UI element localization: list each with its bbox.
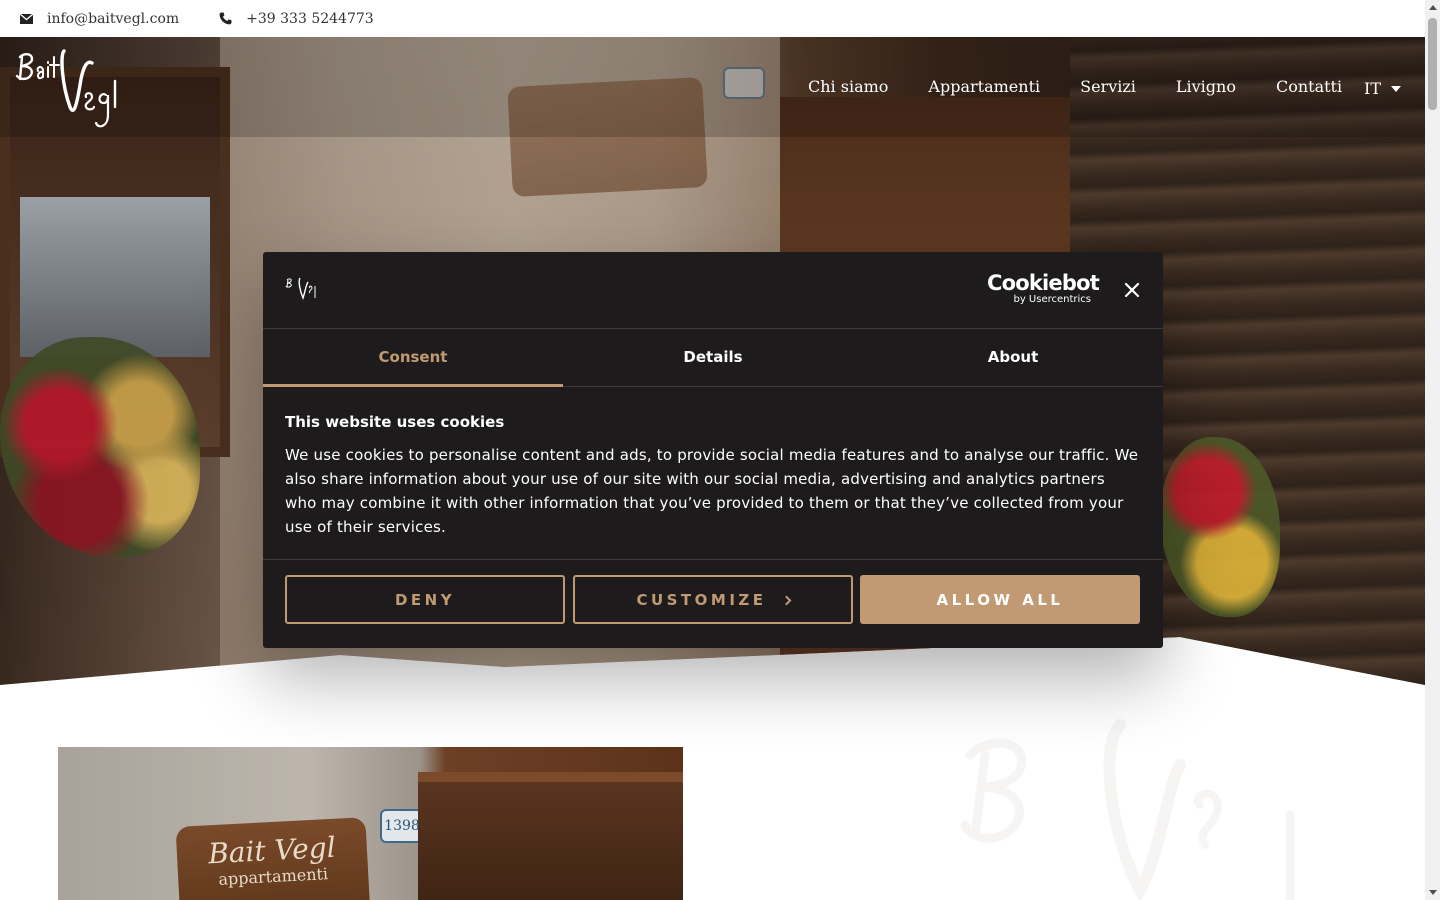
close-icon[interactable]: [1122, 280, 1142, 300]
scrollbar-thumb[interactable]: [1428, 18, 1437, 110]
nav-contatti[interactable]: Contatti: [1276, 77, 1342, 96]
deny-label: DENY: [394, 590, 456, 609]
allow-all-label: ALLOW ALL: [936, 590, 1064, 609]
customize-button[interactable]: CUSTOMIZE: [573, 575, 853, 624]
top-info-bar: info@baitvegl.com +39 333 5244773: [0, 0, 1425, 37]
nav-appartamenti[interactable]: Appartamenti: [928, 77, 1040, 96]
nav-chi-siamo[interactable]: Chi siamo: [808, 77, 888, 96]
email-text: info@baitvegl.com: [47, 10, 180, 27]
language-label: IT: [1364, 79, 1381, 98]
cookie-description: We use cookies to personalise content an…: [285, 446, 1139, 536]
phone-text: +39 333 5244773: [246, 10, 374, 27]
tab-about[interactable]: About: [863, 329, 1163, 386]
cookiebot-byline: by Usercentrics: [1013, 294, 1091, 305]
language-selector[interactable]: IT: [1364, 79, 1401, 98]
bait-vegl-logo[interactable]: [14, 45, 129, 135]
site-header: Chi siamo Appartamenti Servizi Livigno C…: [0, 37, 1425, 137]
main-nav: Chi siamo Appartamenti Servizi Livigno C…: [808, 77, 1342, 96]
nav-livigno[interactable]: Livigno: [1176, 77, 1236, 96]
scroll-down-arrow-icon[interactable]: [1429, 890, 1437, 895]
scroll-up-arrow-icon[interactable]: [1429, 5, 1437, 10]
tab-consent[interactable]: Consent: [263, 329, 563, 387]
hero-window-pane: [20, 197, 210, 357]
envelope-icon: [20, 13, 33, 24]
cookie-title: This website uses cookies: [285, 413, 505, 431]
cookiebot-brand[interactable]: Cookiebot by Usercentrics: [987, 271, 1100, 306]
cookie-tabs: Consent Details About: [263, 329, 1163, 387]
tab-details[interactable]: Details: [563, 329, 863, 386]
chevron-right-icon: [781, 595, 791, 606]
cookie-dialog-body: This website uses cookies We use cookies…: [263, 387, 1163, 560]
content-photo: Bait Vegl appartamenti 1398: [58, 747, 683, 900]
email-link[interactable]: info@baitvegl.com: [20, 11, 179, 27]
cookiebot-wordmark: Cookiebot: [987, 271, 1100, 295]
phone-icon: [219, 12, 232, 25]
content-door: [418, 772, 683, 900]
cookie-dialog-header: Cookiebot by Usercentrics: [263, 252, 1163, 329]
logo-watermark: [960, 719, 1295, 900]
customize-label: CUSTOMIZE: [636, 590, 767, 609]
wooden-sign: Bait Vegl appartamenti: [175, 817, 371, 900]
allow-all-button[interactable]: ALLOW ALL: [860, 575, 1140, 624]
bait-vegl-mini-logo: [285, 277, 316, 300]
nav-servizi[interactable]: Servizi: [1080, 77, 1136, 96]
deny-button[interactable]: DENY: [285, 575, 565, 624]
cookie-actions: DENY CUSTOMIZE ALLOW ALL: [263, 560, 1163, 639]
page-scrollbar[interactable]: [1425, 0, 1440, 900]
cookie-consent-dialog: Cookiebot by Usercentrics Consent Detail…: [263, 252, 1163, 648]
phone-link[interactable]: +39 333 5244773: [219, 11, 374, 27]
caret-down-icon: [1391, 85, 1401, 92]
